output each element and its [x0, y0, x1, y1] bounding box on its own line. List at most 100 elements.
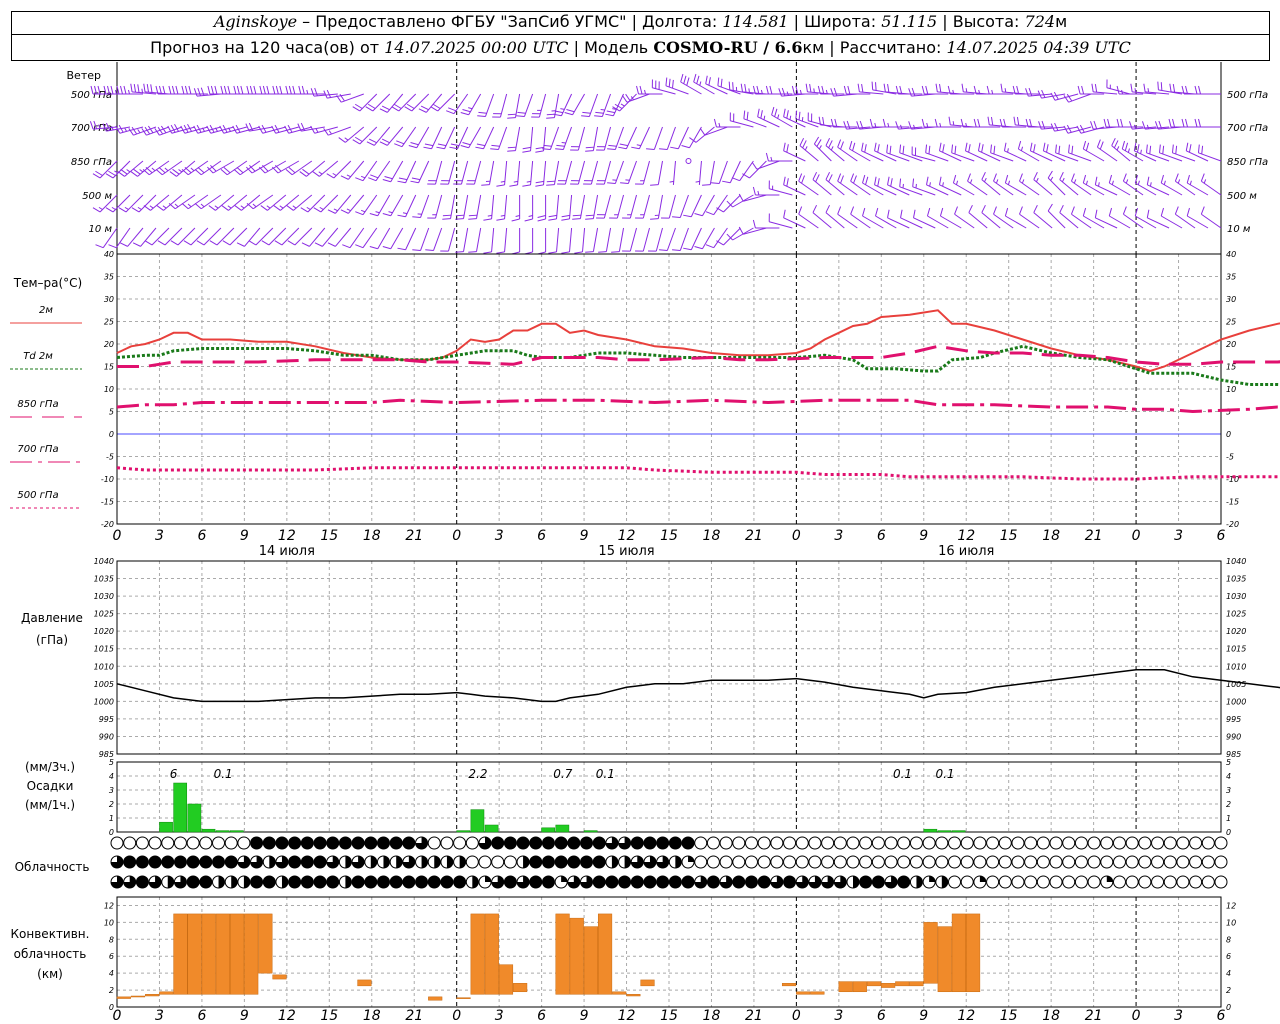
temp-hour-label: 0: [1132, 528, 1141, 544]
wind-barb-feather: [535, 180, 544, 184]
wind-barb-feather: [146, 83, 150, 93]
precip-bar: [484, 824, 499, 833]
wind-barb-half-feather: [266, 205, 271, 209]
wind-barb-half-feather: [1035, 177, 1039, 183]
wind-barb-feather: [1019, 173, 1023, 182]
wind-barb-staff: [1047, 210, 1066, 229]
temp-day-label: 16 июля: [938, 544, 994, 559]
cloud-symbol: [376, 836, 390, 850]
wind-barb-feather: [928, 145, 931, 155]
wind-barb-half-feather: [98, 206, 103, 210]
temp-tick-left: 0: [109, 430, 114, 439]
cloud-symbol: [694, 855, 708, 869]
precip-bar: [215, 830, 230, 833]
wind-barb-feather: [285, 85, 289, 95]
cloud-symbol: [313, 836, 327, 850]
wind-barb-feather: [327, 242, 336, 247]
wind-barb-feather: [1194, 85, 1198, 95]
wind-barb-feather: [368, 138, 377, 144]
wind-barb-half-feather: [240, 205, 245, 209]
cloud-symbol: [744, 855, 758, 869]
wind-barb-staff: [677, 126, 689, 149]
wind-barb-feather: [561, 218, 570, 221]
precip-tick-left: 1: [109, 814, 114, 823]
wind-barb-feather: [1198, 118, 1201, 128]
wind-barb-feather: [1082, 140, 1087, 150]
wind-barb-feather: [668, 78, 671, 88]
cloud-symbol: [1100, 836, 1114, 850]
wind-barb-feather: [262, 164, 269, 172]
wind-barb-staff: [603, 160, 612, 185]
wind-level-label-right: 500 м: [1227, 191, 1257, 202]
wind-barb-feather: [694, 246, 703, 250]
cloud-symbol-fill: [853, 876, 859, 888]
wind-barb-feather: [621, 95, 628, 103]
wind-barb-staff: [1043, 150, 1066, 162]
wind-barb-feather: [184, 85, 188, 95]
conv-cloud-bar: [597, 913, 613, 995]
wind-barb-half-feather: [804, 146, 808, 151]
wind-barb-feather: [830, 88, 834, 97]
wind-barb-feather: [299, 171, 307, 177]
cloud-symbol-fill: [561, 876, 568, 882]
precip-bar: [555, 824, 570, 833]
wind-barb-feather: [143, 205, 151, 211]
cloud-symbol: [605, 875, 619, 889]
wind-barb-half-feather: [1137, 180, 1140, 185]
cloud-symbol: [1011, 855, 1025, 869]
wind-barb-feather: [862, 174, 866, 184]
wind-barb-feather: [475, 146, 484, 150]
wind-barb-half-feather: [126, 169, 131, 173]
precip-tick-right: 3: [1226, 786, 1231, 795]
wind-barb-staff: [405, 160, 417, 183]
wind-barb-feather: [548, 214, 557, 218]
wind-barb-staff: [592, 126, 599, 151]
wind-barb-staff: [435, 194, 443, 219]
wind-level-label-left: 500 м: [82, 191, 112, 202]
wind-barb-staff: [577, 126, 586, 151]
cloud-symbol: [960, 855, 974, 869]
wind-barb-feather: [496, 218, 505, 221]
cloud-symbol: [250, 875, 264, 889]
wind-barb-staff: [418, 160, 430, 183]
wind-barb-feather: [496, 251, 505, 254]
temp-legend-label: 2м: [39, 305, 53, 316]
cloud-symbol: [224, 836, 238, 850]
wind-barb-feather: [233, 85, 237, 95]
cloud-symbol: [541, 836, 555, 850]
wind-barb-feather: [450, 143, 460, 147]
cloud-symbol: [821, 855, 835, 869]
wind-barb-feather: [1068, 144, 1070, 153]
press-tick-right: 1025: [1226, 610, 1246, 619]
wind-barb-half-feather: [1020, 146, 1024, 151]
wind-barb-half-feather: [252, 203, 257, 208]
cloud-symbol-fill: [383, 856, 390, 868]
wind-barb-feather: [105, 173, 114, 179]
wind-barb-feather: [696, 75, 700, 84]
conv-label-1: Конвективн.: [11, 927, 90, 941]
wind-barb-staff: [616, 194, 625, 219]
wind-barb-staff: [668, 194, 676, 219]
wind-barb-staff: [1005, 215, 1027, 229]
cloud-symbol: [1176, 836, 1190, 850]
wind-barb-feather: [300, 207, 309, 213]
wind-barb-feather: [672, 249, 681, 252]
wind-barb-feather: [1122, 206, 1127, 215]
wind-barb-feather: [412, 216, 421, 219]
wind-barb-staff: [911, 154, 936, 162]
wind-barb-feather: [143, 83, 146, 92]
wind-barb-staff: [463, 227, 469, 252]
wind-barb-staff: [553, 160, 560, 185]
wind-barb-feather: [355, 211, 364, 216]
wind-level-label-right: 850 гПа: [1227, 157, 1268, 168]
wind-barb-feather: [1091, 83, 1094, 92]
wind-barb-feather: [738, 226, 744, 235]
cloud-symbol: [313, 875, 327, 889]
wind-barb-staff: [457, 126, 469, 149]
wind-barb-feather: [355, 244, 364, 249]
wind-barb-half-feather: [1021, 179, 1025, 184]
press-tick-left: 1020: [94, 627, 114, 636]
wind-barb-feather: [157, 240, 166, 246]
wind-barb-staff: [433, 227, 443, 251]
wind-barb-feather: [1103, 118, 1107, 128]
